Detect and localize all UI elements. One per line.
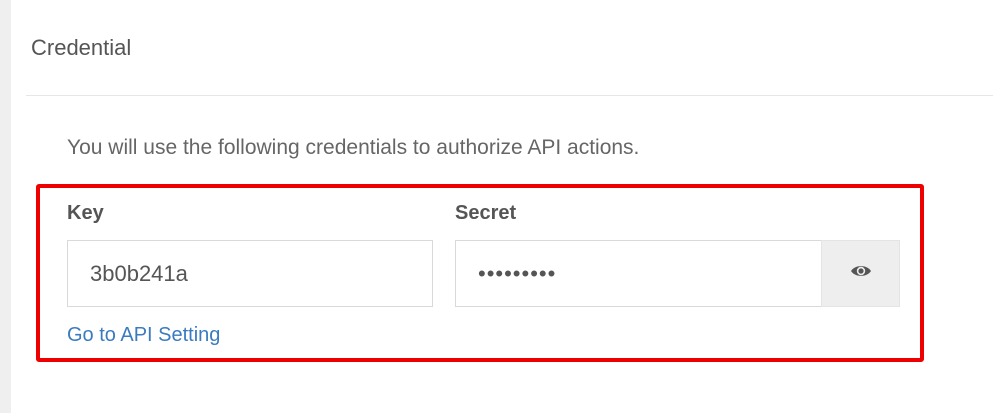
card-header	[26, 0, 993, 96]
card-title: Credential	[31, 35, 132, 60]
key-label: Key	[67, 202, 104, 224]
secret-input[interactable]	[455, 240, 821, 307]
eye-icon	[850, 263, 872, 284]
reveal-secret-button[interactable]	[821, 240, 900, 307]
credential-page: Credential You will use the following cr…	[0, 0, 993, 413]
credentials-description: You will use the following credentials t…	[67, 136, 640, 159]
left-rail	[0, 0, 11, 413]
go-to-api-setting-link[interactable]: Go to API Setting	[67, 324, 220, 347]
key-input[interactable]	[67, 240, 433, 307]
secret-label: Secret	[455, 202, 517, 224]
secret-input-group	[455, 240, 900, 307]
